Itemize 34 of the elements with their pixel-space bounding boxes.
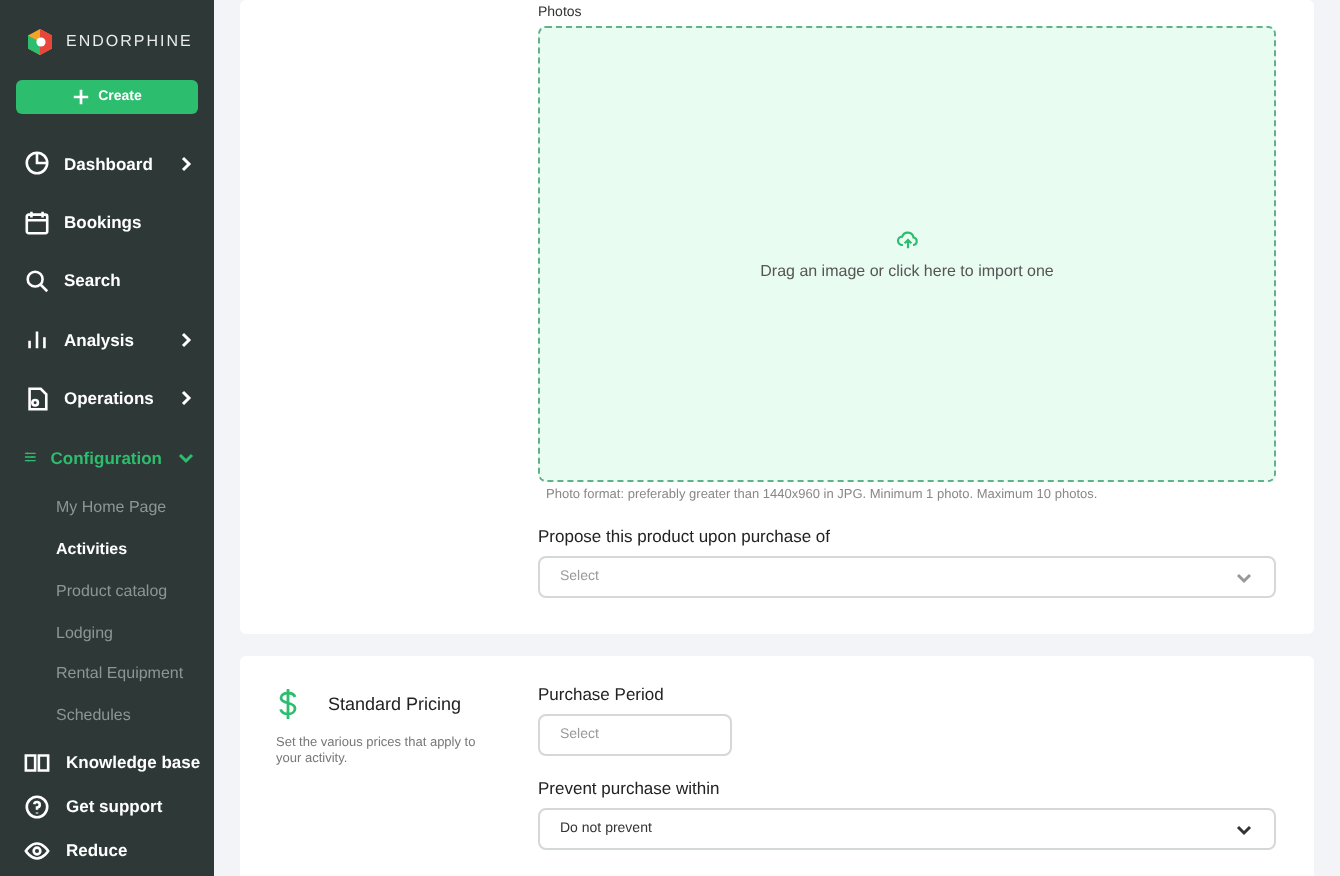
- nav-subitem[interactable]: Lodging: [0, 611, 214, 654]
- nav-item[interactable]: Knowledge base: [0, 740, 214, 784]
- search-icon: [24, 267, 50, 294]
- pie-chart-icon: [24, 150, 50, 177]
- nav-item[interactable]: Get support: [0, 784, 214, 828]
- logo-icon: [26, 27, 54, 55]
- nav-subitem[interactable]: Product catalog: [0, 569, 214, 612]
- help-icon: [24, 793, 50, 819]
- upload-cloud-icon: [895, 229, 919, 249]
- nav-subitem[interactable]: My Home Page: [0, 486, 214, 529]
- dropzone-text: Drag an image or click here to import one: [760, 261, 1054, 279]
- nav-subitem[interactable]: Activities: [0, 528, 214, 570]
- nav-item[interactable]: Analysis: [0, 310, 214, 370]
- nav-item[interactable]: Configuration: [0, 427, 214, 487]
- nav-subitem[interactable]: Schedules: [0, 694, 214, 737]
- field-label: Purchase Period: [538, 684, 666, 704]
- eye-icon: [24, 837, 50, 863]
- plus-icon: [72, 88, 91, 106]
- nav-item[interactable]: Reduce: [0, 828, 214, 872]
- dollar-icon: [276, 688, 300, 720]
- section-title: Standard Pricing: [328, 694, 462, 714]
- nav-item[interactable]: Operations: [0, 369, 214, 428]
- field-label: Prevent purchase within: [538, 778, 722, 798]
- nav-item[interactable]: Dashboard: [0, 134, 214, 193]
- book-icon: [24, 749, 50, 775]
- nav-item[interactable]: Search: [0, 251, 214, 311]
- document-icon: [24, 385, 50, 412]
- brand-name: ENDORPHINE: [66, 32, 193, 50]
- nav-item[interactable]: Bookings: [0, 192, 214, 252]
- calendar-icon: [24, 209, 50, 236]
- nav-subitem[interactable]: Rental Equipment: [0, 653, 214, 695]
- photo-dropzone[interactable]: Drag an image or click here to import one: [538, 26, 1276, 482]
- bar-chart-icon: [24, 326, 50, 353]
- field-label: Propose this product upon purchase of: [538, 526, 833, 546]
